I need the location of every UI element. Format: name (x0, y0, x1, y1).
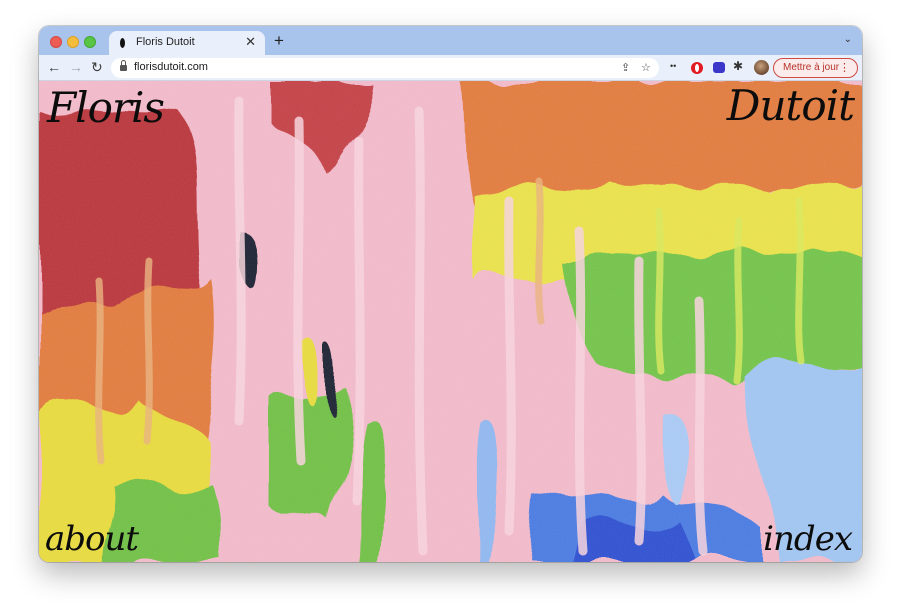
index-link[interactable]: index (763, 519, 853, 559)
background-painting (39, 81, 862, 562)
new-tab-button[interactable]: + (274, 31, 284, 51)
zoom-window-button[interactable] (84, 36, 96, 48)
address-bar[interactable]: florisdutoit.com ⇪ ☆ (111, 58, 659, 78)
update-button-label: Mettre à jour (783, 62, 840, 73)
lock-icon[interactable] (120, 60, 127, 72)
extensions-puzzle-icon[interactable]: ✱ (733, 59, 743, 73)
purple-extension-icon[interactable] (713, 62, 725, 73)
profile-avatar[interactable] (754, 60, 769, 75)
site-title-last-name[interactable]: Dutoit (727, 81, 855, 130)
site-title-first-name[interactable]: Floris (47, 83, 165, 132)
forward-button[interactable]: → (69, 59, 83, 75)
minimize-window-button[interactable] (67, 36, 79, 48)
tab-search-chevron-icon[interactable]: ⌄ (844, 34, 852, 45)
url-text[interactable]: florisdutoit.com (134, 61, 208, 73)
toolbar: ← → ↻ florisdutoit.com ⇪ ☆ •• ✱ Mettre à… (39, 55, 862, 81)
tab-close-icon[interactable]: ✕ (245, 34, 256, 50)
share-icon[interactable]: ⇪ (621, 61, 630, 74)
password-key-icon[interactable]: •• (670, 61, 676, 71)
bookmark-star-icon[interactable]: ☆ (641, 61, 651, 74)
update-button[interactable]: Mettre à jour ⋮ (773, 58, 858, 78)
tab-floris-dutoit[interactable]: Floris Dutoit ✕ (109, 31, 265, 55)
page-content: Floris Dutoit about index (39, 81, 862, 562)
tab-strip: Floris Dutoit ✕ + ⌄ (39, 26, 862, 55)
tab-title: Floris Dutoit (136, 36, 195, 48)
reload-button[interactable]: ↻ (91, 59, 103, 75)
about-link[interactable]: about (45, 519, 139, 559)
close-window-button[interactable] (50, 36, 62, 48)
site-favicon-icon (120, 38, 125, 48)
browser-window: Floris Dutoit ✕ + ⌄ ← → ↻ florisdutoit.c… (39, 26, 862, 562)
more-menu-icon[interactable]: ⋮ (839, 61, 850, 74)
opera-extension-icon[interactable] (691, 62, 703, 74)
back-button[interactable]: ← (47, 59, 61, 75)
